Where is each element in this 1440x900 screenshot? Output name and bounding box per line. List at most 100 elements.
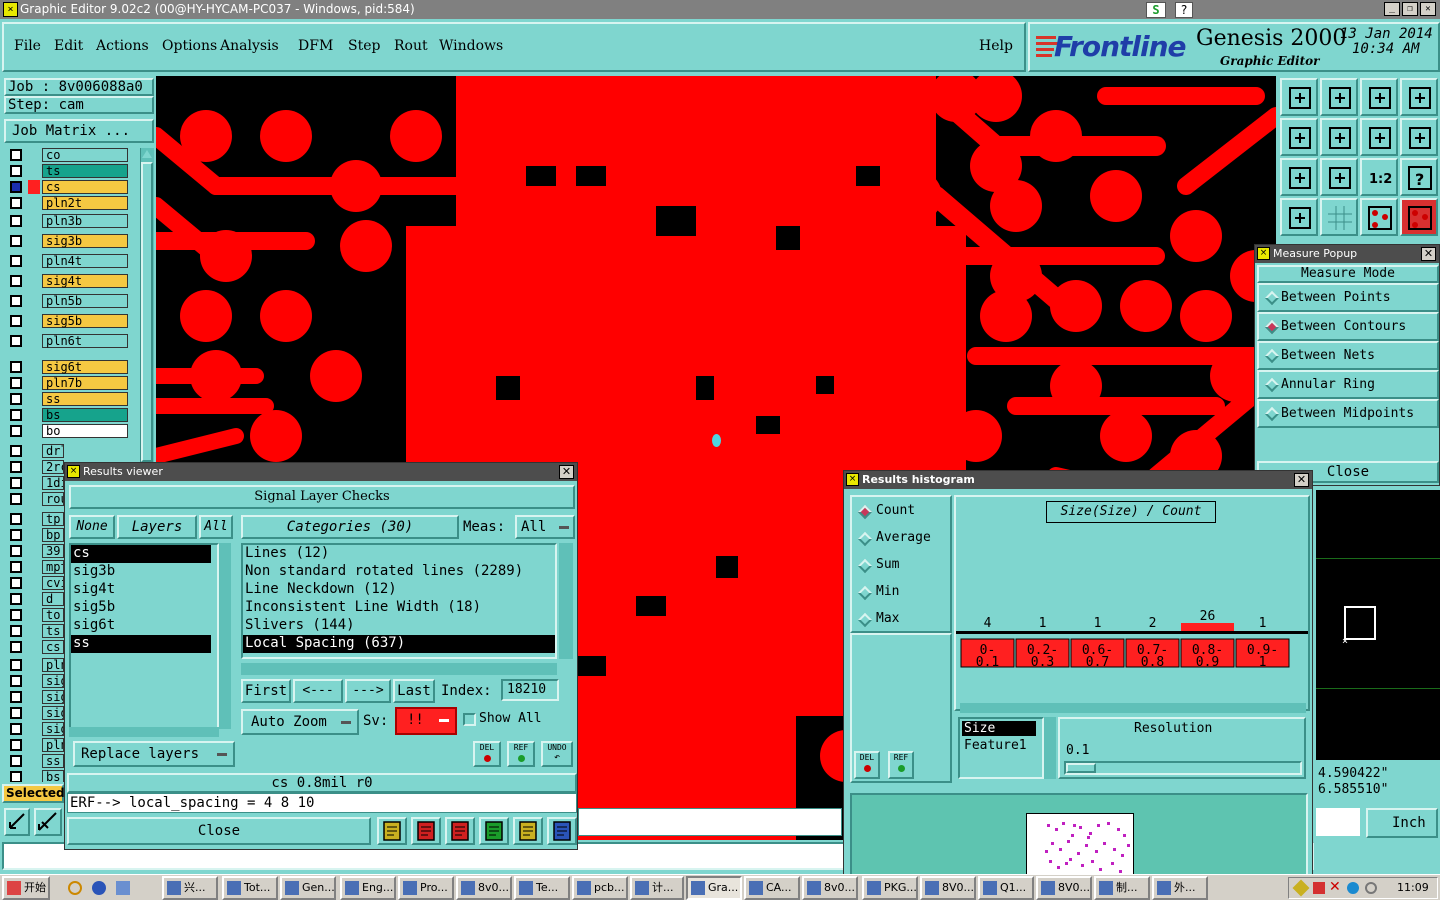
layer-checkbox[interactable] xyxy=(10,409,22,421)
category-item[interactable]: Local Spacing (637) xyxy=(243,635,555,653)
menu-help[interactable]: Help xyxy=(979,38,1013,54)
center-icon[interactable] xyxy=(1320,158,1358,196)
index-input[interactable]: 18210 xyxy=(501,679,559,701)
category-item[interactable]: Lines (12) xyxy=(243,545,555,563)
menu-file[interactable]: File xyxy=(14,38,41,54)
layer-checkbox[interactable] xyxy=(10,361,22,373)
layer-name[interactable]: ts xyxy=(42,164,128,178)
menu-edit[interactable]: Edit xyxy=(54,38,83,54)
layer-name[interactable]: sig5b xyxy=(42,314,128,328)
radio-icon[interactable] xyxy=(1264,406,1280,422)
results-layer-item[interactable]: sig5b xyxy=(71,599,211,617)
histogram-del-button[interactable]: DEL xyxy=(854,751,880,779)
results-close-button[interactable]: Close xyxy=(67,817,371,845)
histogram-hscroll[interactable] xyxy=(960,703,1306,713)
layer-name[interactable]: pln7b xyxy=(42,376,128,390)
layer-checkbox[interactable] xyxy=(10,771,22,782)
ref-button[interactable]: REF xyxy=(507,741,535,767)
layer-name[interactable]: sig4t xyxy=(42,274,128,288)
radio-icon[interactable] xyxy=(1264,319,1280,335)
meas-dropdown[interactable]: All xyxy=(515,515,575,539)
taskbar-item[interactable]: Gra... xyxy=(686,876,742,900)
layer-checkbox[interactable] xyxy=(10,275,22,287)
minimize-button[interactable]: _ xyxy=(1384,2,1400,16)
taskbar-item[interactable]: Eng... xyxy=(340,876,396,900)
field-list-scrollbar[interactable] xyxy=(1044,717,1056,779)
layer-name[interactable]: pln2t xyxy=(42,196,128,210)
pan-left-icon[interactable] xyxy=(1280,118,1318,156)
radio-icon[interactable] xyxy=(1264,290,1280,306)
layer-name[interactable]: ss xyxy=(42,392,128,406)
histogram-close-icon[interactable]: ✕ xyxy=(1294,473,1309,487)
layer-name[interactable]: 2rc xyxy=(42,460,64,474)
layer-name[interactable]: drl xyxy=(42,444,64,458)
notes-icon[interactable] xyxy=(513,817,543,845)
layer-checkbox[interactable] xyxy=(10,149,22,161)
undo-button[interactable]: UNDO ↶ xyxy=(541,741,573,767)
taskbar-item[interactable]: 8v0... xyxy=(456,876,512,900)
histogram-mode-count[interactable]: Count xyxy=(876,503,915,518)
layer-row[interactable]: pln6t xyxy=(6,334,140,348)
layer-checkbox[interactable] xyxy=(10,315,22,327)
layer-checkbox[interactable] xyxy=(10,755,22,767)
layer-name[interactable]: cvi xyxy=(42,576,64,590)
measure-tool-icon[interactable] xyxy=(34,808,62,836)
layers-button[interactable]: Layers xyxy=(117,515,197,539)
chart-icon[interactable] xyxy=(547,817,577,845)
tray-icon-2[interactable] xyxy=(1313,882,1325,894)
taskbar-item[interactable]: CA... xyxy=(744,876,800,900)
taskbar-item[interactable]: pcb... xyxy=(572,876,628,900)
layer-name[interactable]: bo xyxy=(42,424,128,438)
layer-checkbox[interactable] xyxy=(10,215,22,227)
layer-name[interactable]: pln xyxy=(42,738,64,752)
layer-name[interactable]: sig xyxy=(42,674,64,688)
measure-option[interactable]: Between Nets xyxy=(1257,341,1439,370)
layer-name[interactable]: bs xyxy=(42,408,128,422)
layer-checkbox[interactable] xyxy=(10,707,22,719)
severity-dropdown[interactable]: !! xyxy=(395,707,457,735)
layer-checkbox[interactable] xyxy=(10,197,22,209)
layer-name[interactable]: sig3b xyxy=(42,234,128,248)
window-icon[interactable] xyxy=(1400,78,1438,116)
zoom-down-icon[interactable] xyxy=(1320,78,1358,116)
layer-checkbox[interactable] xyxy=(10,609,22,621)
zoom-home-icon[interactable] xyxy=(1280,78,1318,116)
layer-checkbox[interactable] xyxy=(10,723,22,735)
taskbar-item[interactable]: Q1... xyxy=(978,876,1034,900)
layer-name[interactable]: pln6t xyxy=(42,334,128,348)
quicklaunch-clock-icon[interactable] xyxy=(68,881,82,895)
layer-checkbox[interactable] xyxy=(10,513,22,525)
layer-name[interactable]: cs xyxy=(42,180,128,194)
results-layer-scrollbar[interactable] xyxy=(219,543,231,729)
layer-name[interactable]: sig xyxy=(42,706,64,720)
radio-icon[interactable] xyxy=(1264,348,1280,364)
radio-icon[interactable] xyxy=(857,612,873,628)
tray-icon-3[interactable]: ✕ xyxy=(1329,879,1341,895)
layer-checkbox[interactable] xyxy=(10,335,22,347)
layer-checkbox[interactable] xyxy=(10,477,22,489)
taskbar-item[interactable]: 兴... xyxy=(162,876,218,900)
layer-row[interactable]: ts xyxy=(6,164,140,178)
layers-red-icon[interactable] xyxy=(1360,198,1398,236)
results-layer-item[interactable]: ss xyxy=(71,635,211,653)
mini-view[interactable]: × xyxy=(1316,490,1440,760)
grid-icon[interactable] xyxy=(1320,198,1358,236)
histogram-ref-button[interactable]: REF xyxy=(888,751,914,779)
histogram-mode-sum[interactable]: Sum xyxy=(876,557,899,572)
layer-checkbox[interactable] xyxy=(10,593,22,605)
layer-checkbox[interactable] xyxy=(10,425,22,437)
layer-row[interactable]: pln3b xyxy=(6,214,140,228)
layer-checkbox[interactable] xyxy=(10,691,22,703)
layer-checkbox[interactable] xyxy=(10,739,22,751)
category-scrollbar[interactable] xyxy=(559,543,573,659)
menu-analysis[interactable]: Analysis xyxy=(220,38,279,54)
category-hscroll[interactable] xyxy=(241,663,557,675)
layer-checkbox[interactable] xyxy=(10,561,22,573)
layer-row[interactable]: sig6t xyxy=(6,360,140,374)
layer-name[interactable]: to. xyxy=(42,608,64,622)
layer-row[interactable]: drl xyxy=(6,444,140,458)
taskbar-item[interactable]: Pro... xyxy=(398,876,454,900)
layer-row[interactable]: sig4t xyxy=(6,274,140,288)
category-item[interactable]: Inconsistent Line Width (18) xyxy=(243,599,555,617)
layers-active-icon[interactable] xyxy=(1400,198,1438,236)
